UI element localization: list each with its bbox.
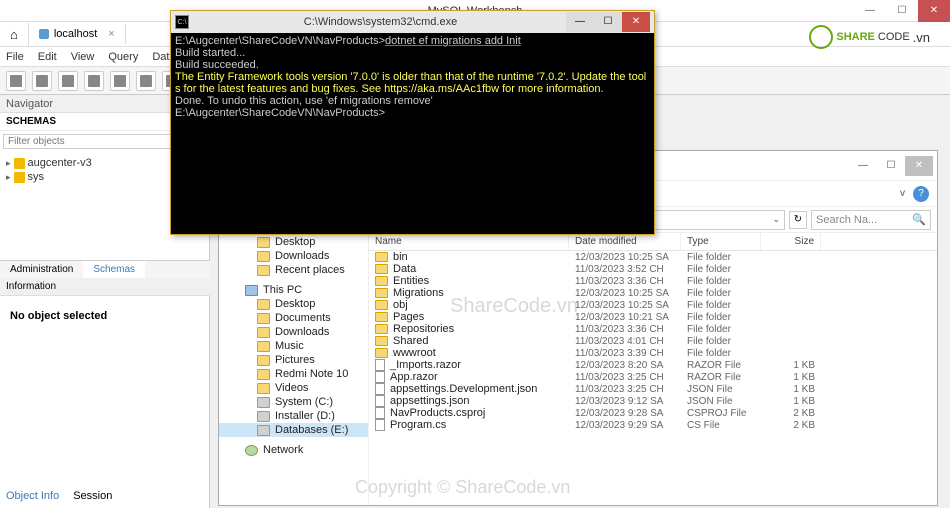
cmd-maximize-button[interactable]: ☐ <box>594 12 622 32</box>
wb-tool-1[interactable] <box>6 71 26 91</box>
nav-item[interactable]: Music <box>219 339 368 353</box>
fe-view-dropdown[interactable]: v <box>900 188 905 199</box>
fe-navigation-pane: DesktopDownloadsRecent placesThis PCDesk… <box>219 233 369 505</box>
fe-column-headers[interactable]: Name Date modified Type Size <box>369 233 937 251</box>
menu-view[interactable]: View <box>71 51 95 63</box>
wb-connection-tab[interactable]: localhost× <box>29 24 126 44</box>
cmd-title: C:\Windows\system32\cmd.exe <box>195 16 566 28</box>
cmd-output[interactable]: E:\Augcenter\ShareCodeVN\NavProducts>dot… <box>171 33 654 121</box>
nav-item[interactable]: Databases (E:) <box>219 423 368 437</box>
nav-item[interactable]: This PC <box>219 283 368 297</box>
nav-item[interactable]: Desktop <box>219 235 368 249</box>
wb-minimize-button[interactable]: — <box>854 0 886 22</box>
help-icon[interactable]: ? <box>913 186 929 202</box>
wb-tool-2[interactable] <box>32 71 52 91</box>
fe-close-button[interactable]: ✕ <box>905 156 933 176</box>
nav-item[interactable]: System (C:) <box>219 395 368 409</box>
nav-item[interactable]: Pictures <box>219 353 368 367</box>
nav-item[interactable]: Installer (D:) <box>219 409 368 423</box>
fe-minimize-button[interactable]: — <box>849 156 877 176</box>
wb-tool-6[interactable] <box>136 71 156 91</box>
file-row[interactable]: Repositories11/03/2023 3:36 CHFile folde… <box>369 323 937 335</box>
sharecode-logo: SHARECODE.vn <box>809 25 930 49</box>
nav-item[interactable]: Redmi Note 10 <box>219 367 368 381</box>
file-row[interactable]: appsettings.json12/03/2023 9:12 SAJSON F… <box>369 395 937 407</box>
file-row[interactable]: App.razor11/03/2023 3:25 CHRAZOR File1 K… <box>369 371 937 383</box>
file-row[interactable]: wwwroot11/03/2023 3:39 CHFile folder <box>369 347 937 359</box>
file-row[interactable]: NavProducts.csproj12/03/2023 9:28 SACSPR… <box>369 407 937 419</box>
db-icon <box>39 29 49 39</box>
menu-edit[interactable]: Edit <box>38 51 57 63</box>
file-row[interactable]: Shared11/03/2023 4:01 CHFile folder <box>369 335 937 347</box>
nav-item[interactable]: Network <box>219 443 368 457</box>
nav-item[interactable]: Downloads <box>219 325 368 339</box>
menu-file[interactable]: File <box>6 51 24 63</box>
nav-item[interactable]: Videos <box>219 381 368 395</box>
session-tab[interactable]: Session <box>73 490 112 502</box>
wb-home-tab[interactable]: ⌂ <box>0 23 29 46</box>
cmd-close-button[interactable]: ✕ <box>622 12 650 32</box>
file-row[interactable]: appsettings.Development.json11/03/2023 3… <box>369 383 937 395</box>
no-object-selected: No object selected <box>10 310 107 322</box>
watermark-center: ShareCode.vn <box>450 295 578 318</box>
wb-tool-4[interactable] <box>84 71 104 91</box>
fe-maximize-button[interactable]: ☐ <box>877 156 905 176</box>
search-input[interactable]: Search Na...🔍 <box>811 210 931 230</box>
wb-close-button[interactable]: ✕ <box>918 0 950 22</box>
cmd-minimize-button[interactable]: — <box>566 12 594 32</box>
nav-item[interactable]: Recent places <box>219 263 368 277</box>
nav-item[interactable]: Desktop <box>219 297 368 311</box>
logo-icon <box>809 25 833 49</box>
file-row[interactable]: Entities11/03/2023 3:36 CHFile folder <box>369 275 937 287</box>
nav-item[interactable]: Documents <box>219 311 368 325</box>
file-row[interactable]: bin12/03/2023 10:25 SAFile folder <box>369 251 937 263</box>
wb-tool-3[interactable] <box>58 71 78 91</box>
file-row[interactable]: Data11/03/2023 3:52 CHFile folder <box>369 263 937 275</box>
menu-query[interactable]: Query <box>108 51 138 63</box>
wb-tool-5[interactable] <box>110 71 130 91</box>
object-info-tab[interactable]: Object Info <box>6 490 59 502</box>
cmd-icon: C:\ <box>175 15 189 29</box>
information-header: Information <box>0 278 210 296</box>
file-row[interactable]: Program.cs12/03/2023 9:29 SACS File2 KB <box>369 419 937 431</box>
wb-maximize-button[interactable]: ☐ <box>886 0 918 22</box>
watermark-copyright: Copyright © ShareCode.vn <box>355 477 570 498</box>
cmd-titlebar[interactable]: C:\ C:\Windows\system32\cmd.exe — ☐ ✕ <box>171 11 654 33</box>
nav-item[interactable]: Downloads <box>219 249 368 263</box>
cmd-window: C:\ C:\Windows\system32\cmd.exe — ☐ ✕ E:… <box>170 10 655 235</box>
file-row[interactable]: _Imports.razor12/03/2023 8:20 SARAZOR Fi… <box>369 359 937 371</box>
refresh-button[interactable]: ↻ <box>789 211 807 229</box>
fe-file-list: Name Date modified Type Size bin12/03/20… <box>369 233 937 505</box>
